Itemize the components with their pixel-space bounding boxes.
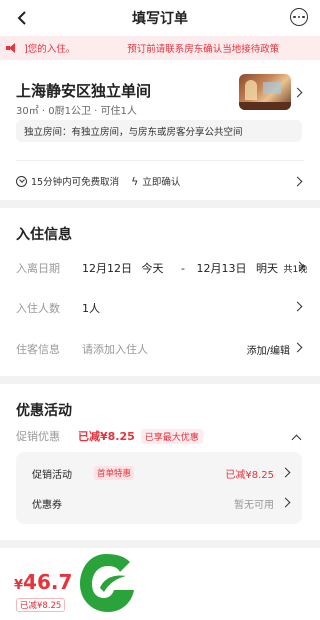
confirm-policy: 立即确认 (142, 177, 181, 188)
cancel-policy: 15分钟内可免费取消 (31, 177, 120, 188)
max-discount-badge: 已享最大优惠 (140, 428, 203, 444)
app-logo-icon (80, 554, 134, 612)
room-name[interactable]: 上海静安区独立单间 (16, 80, 151, 101)
divider (16, 160, 304, 161)
guest-info-placeholder[interactable]: 请添加入住人 (82, 341, 148, 357)
lightning-icon: ϟ (131, 174, 139, 188)
chevron-right-icon[interactable] (292, 176, 303, 187)
room-description: 独立房间：有独立房间，与房东或房客分享公共空间 (16, 120, 302, 142)
promo-summary[interactable]: 促销优惠 已减¥8.25 已享最大优惠 (16, 428, 203, 444)
promo-details: 促销活动 首单特惠 已减¥8.25 优惠券 暂无可用 (16, 452, 302, 524)
total-price: ¥46.7 (14, 570, 72, 594)
notice-text-right: 预订前请联系房东确认当地接待政策 (127, 44, 280, 55)
checkin-date: 12月12日 (82, 262, 132, 275)
more-dots-icon (293, 15, 296, 19)
first-order-badge: 首单特惠 (94, 466, 135, 480)
room-thumbnail[interactable] (239, 74, 291, 110)
checkin-day: 今天 (141, 262, 164, 275)
guests-label: 入住人数 (16, 302, 60, 315)
more-options-button[interactable] (290, 8, 308, 26)
add-edit-guest-link[interactable]: 添加/编辑 (247, 342, 290, 357)
back-button[interactable] (12, 8, 32, 28)
clock-check-icon (16, 175, 27, 187)
currency-symbol: ¥ (14, 578, 24, 593)
chevron-right-icon[interactable] (292, 87, 303, 98)
date-range[interactable]: 12月12日 今天 - 12月13日 明天 共1晚 (82, 260, 307, 276)
checkout-date: 12月13日 (196, 262, 247, 275)
chevron-right-icon[interactable] (280, 497, 291, 508)
promo-label: 促销优惠 (16, 430, 60, 443)
chevron-right-icon[interactable] (280, 467, 291, 478)
checkin-section-title: 入住信息 (16, 227, 72, 243)
saved-amount: 已减¥8.25 (16, 598, 66, 612)
speaker-icon (6, 43, 20, 53)
page-title: 填写订单 (132, 11, 188, 27)
checkout-day: 明天 (255, 262, 278, 275)
checkin-info-card: 入住信息 入离日期 12月12日 今天 - 12月13日 明天 共1晚 入住人数… (0, 208, 320, 376)
promo-section-title: 优惠活动 (16, 403, 72, 419)
guest-info-label: 住客信息 (16, 343, 60, 356)
top-nav-bar: 填写订单 (0, 0, 320, 36)
activity-label: 促销活动 (32, 470, 72, 481)
room-spec: 30㎡ · 0厨1公卫 · 可住1人 (16, 106, 137, 117)
activity-value[interactable]: 已减¥8.25 (225, 466, 274, 481)
chevron-right-icon[interactable] (292, 342, 303, 353)
price-value: 46.7 (23, 570, 73, 594)
promo-card: 优惠活动 促销优惠 已减¥8.25 已享最大优惠 促销活动 首单特惠 已减¥8.… (0, 384, 320, 540)
date-label: 入离日期 (16, 262, 60, 275)
bottom-bar: ¥46.7 已减¥8.25 (0, 548, 320, 620)
guests-value[interactable]: 1人 (82, 300, 100, 316)
date-separator: - (181, 262, 185, 275)
chevron-right-icon[interactable] (292, 301, 303, 312)
notice-banner: ]您的入住。 预订前请联系房东确认当地接待政策 (0, 36, 320, 60)
coupon-label: 优惠券 (32, 500, 62, 511)
chevron-left-icon (17, 11, 26, 25)
coupon-value[interactable]: 暂无可用 (234, 496, 274, 511)
room-card: 上海静安区独立单间 30㎡ · 0厨1公卫 · 可住1人 独立房间：有独立房间，… (0, 60, 320, 200)
promo-discount: 已减¥8.25 (78, 430, 135, 443)
booking-policy[interactable]: 15分钟内可免费取消 ϟ 立即确认 (16, 174, 180, 188)
notice-text-left: ]您的入住。 (24, 44, 76, 55)
chevron-up-icon[interactable] (291, 434, 302, 445)
